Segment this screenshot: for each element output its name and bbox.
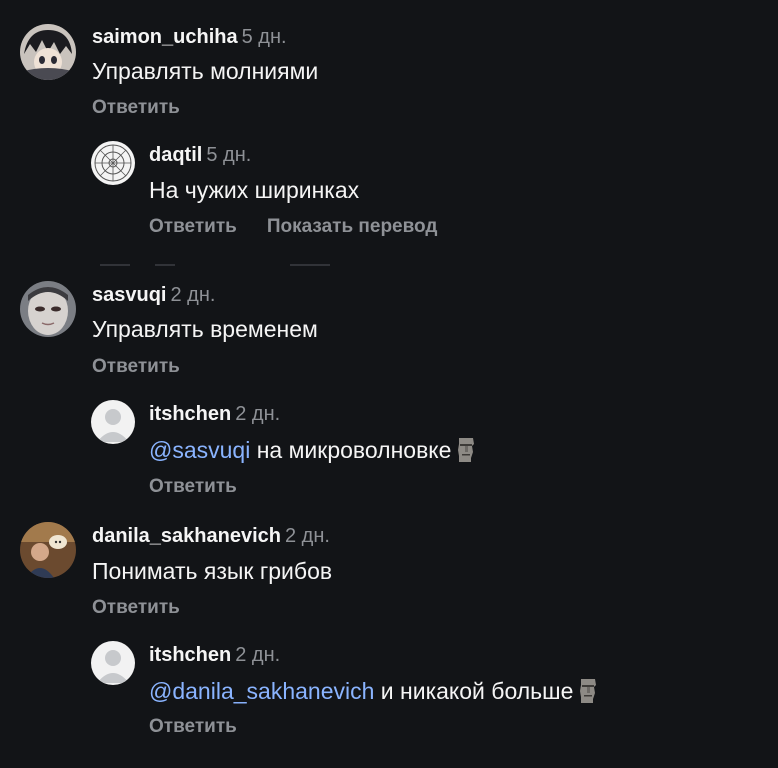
username-text[interactable]: danila_sakhanevich: [92, 525, 281, 547]
reply-body: на микроволновке: [250, 437, 452, 463]
reply-button[interactable]: Ответить: [92, 597, 180, 618]
reply-username[interactable]: daqtil 5 дн.: [149, 144, 251, 167]
show-translation-button[interactable]: Показать перевод: [267, 216, 438, 237]
comment-actions: Ответить: [92, 97, 180, 119]
comment-text: Понимать язык грибов: [92, 558, 333, 584]
default-user-avatar-icon: [91, 400, 135, 444]
comment-age: 5 дн.: [241, 26, 287, 48]
reply-body: и никакой больше: [374, 678, 574, 704]
reply-actions: Ответить: [149, 476, 237, 498]
username-text[interactable]: itshchen: [149, 403, 231, 425]
reply-text: @danila_sakhanevich и никакой больше: [149, 677, 599, 711]
comment-age: 2 дн.: [235, 403, 281, 425]
hidden-row-divider: [100, 264, 330, 266]
comment-actions: Ответить: [92, 356, 180, 378]
comment-username[interactable]: sasvuqi 2 дн.: [92, 284, 215, 307]
reply-text: @sasvuqi на микроволновке: [149, 436, 477, 470]
anime-avatar-icon: [20, 24, 76, 80]
comment-text: Управлять временем: [92, 316, 318, 342]
comment-username[interactable]: danila_sakhanevich 2 дн.: [92, 525, 330, 548]
username-text[interactable]: sasvuqi: [92, 284, 166, 306]
reply-button[interactable]: Ответить: [149, 216, 237, 237]
default-user-avatar-icon: [91, 641, 135, 685]
reply-username[interactable]: itshchen 2 дн.: [149, 403, 280, 426]
comment-age: 2 дн.: [284, 525, 330, 547]
reply-button[interactable]: Ответить: [92, 97, 180, 118]
avatar[interactable]: [91, 141, 135, 185]
reply-actions: Ответить Показать перевод: [149, 216, 437, 238]
reply-username[interactable]: itshchen 2 дн.: [149, 644, 280, 667]
reply-button[interactable]: Ответить: [92, 356, 180, 377]
photo-avatar-icon: [20, 522, 76, 578]
mention-link[interactable]: @danila_sakhanevich: [149, 678, 374, 704]
avatar[interactable]: [91, 400, 135, 444]
astrology-wheel-avatar-icon: [91, 141, 135, 185]
username-text[interactable]: saimon_uchiha: [92, 26, 238, 48]
comment-text: Управлять молниями: [92, 58, 319, 84]
moai-emoji-icon: [455, 436, 477, 470]
avatar[interactable]: [20, 24, 76, 80]
reply-text: На чужих ширинках: [149, 177, 360, 203]
comment-age: 2 дн.: [235, 644, 281, 666]
avatar[interactable]: [20, 281, 76, 337]
comment-age: 5 дн.: [206, 144, 252, 166]
comment-username[interactable]: saimon_uchiha 5 дн.: [92, 26, 287, 49]
mention-link[interactable]: @sasvuqi: [149, 437, 250, 463]
comment-age: 2 дн.: [170, 284, 216, 306]
face-avatar-icon: [20, 281, 76, 337]
reply-button[interactable]: Ответить: [149, 476, 237, 497]
username-text[interactable]: itshchen: [149, 644, 231, 666]
reply-button[interactable]: Ответить: [149, 716, 237, 737]
avatar[interactable]: [91, 641, 135, 685]
reply-actions: Ответить: [149, 716, 237, 738]
avatar[interactable]: [20, 522, 76, 578]
comment-actions: Ответить: [92, 597, 180, 619]
username-text[interactable]: daqtil: [149, 144, 202, 166]
moai-emoji-icon: [577, 677, 599, 711]
